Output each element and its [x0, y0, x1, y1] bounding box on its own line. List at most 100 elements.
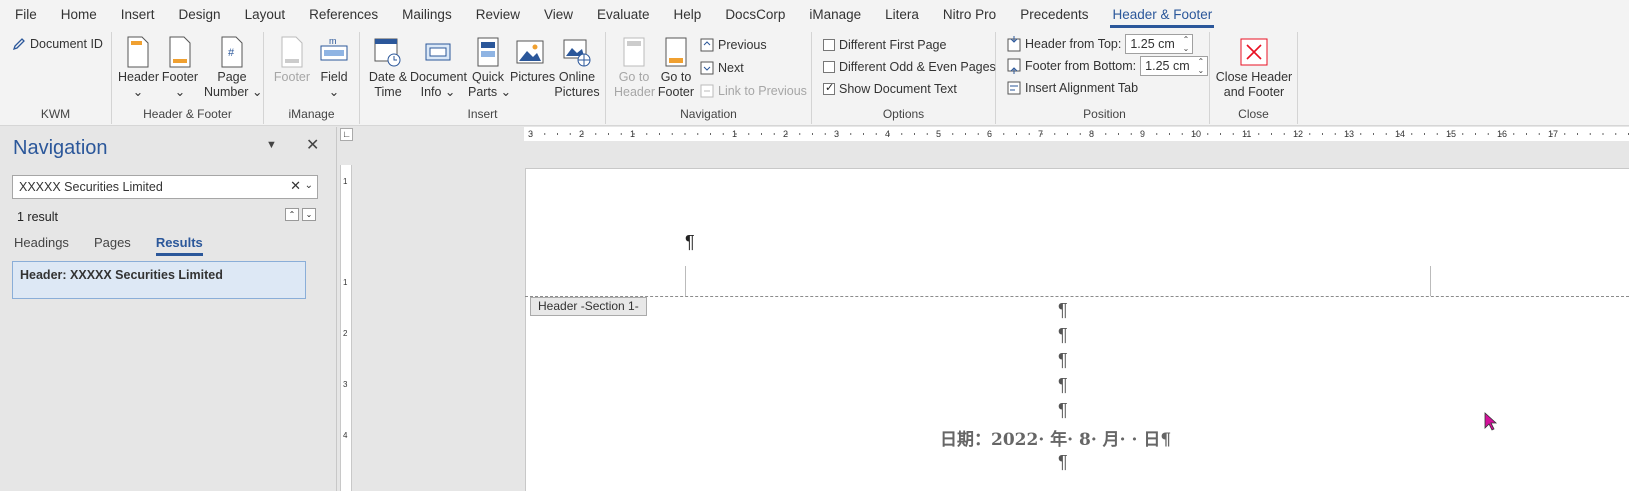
search-result-item[interactable]: Header: XXXXX Securities Limited — [12, 261, 306, 299]
tab-imanage[interactable]: iManage — [797, 0, 873, 30]
close-header-footer-button[interactable]: Close Header and Footer — [1214, 36, 1294, 100]
pane-options-chevron-icon[interactable]: ▼ — [266, 139, 277, 151]
spinner-arrows-icon[interactable]: ⌃ ⌄ — [1197, 57, 1204, 75]
alignment-tab-icon — [1007, 81, 1021, 95]
navigation-pane: Navigation ▼ ✕ XXXXX Securities Limited … — [0, 127, 337, 491]
tab-evaluate[interactable]: Evaluate — [585, 0, 662, 30]
result-count: 1 result — [17, 210, 58, 224]
next-result-icon[interactable]: ⌄ — [302, 208, 316, 221]
tab-nitro-pro[interactable]: Nitro Pro — [931, 0, 1008, 30]
next-button[interactable]: Next — [700, 58, 744, 78]
document-id-icon — [12, 38, 25, 51]
tab-header-footer[interactable]: Header & Footer — [1100, 0, 1224, 30]
go-to-header-icon — [623, 37, 645, 67]
close-pane-icon[interactable]: ✕ — [306, 135, 319, 155]
ruler-number: 11 — [1242, 129, 1251, 139]
tab-file[interactable]: File — [0, 0, 49, 30]
footer-button[interactable]: Footer ⌄ — [160, 36, 200, 100]
horizontal-ruler[interactable]: 3 2 1 1 2 3 4 5 6 7 8 9 10 11 12 13 14 15 16 17 — [524, 127, 1629, 141]
footer-position-icon — [1007, 58, 1021, 74]
ruler-number: 1 — [343, 177, 348, 186]
header-from-top-input[interactable]: 1.25 cm ⌃ ⌄ — [1125, 34, 1194, 54]
date-time-button[interactable]: Date & Time — [368, 36, 408, 100]
tab-mailings[interactable]: Mailings — [390, 0, 464, 30]
online-pictures-icon — [563, 39, 591, 67]
group-close: Close Header and Footer Close — [1210, 32, 1298, 124]
go-to-footer-button[interactable]: Go to Footer — [656, 36, 696, 100]
group-position: Header from Top: 1.25 cm ⌃ ⌄ Footer from B… — [1000, 32, 1210, 124]
group-options: Different First Page Different Odd & Eve… — [812, 32, 996, 124]
tab-litera[interactable]: Litera — [873, 0, 931, 30]
tab-pages[interactable]: Pages — [94, 235, 131, 250]
group-label-position: Position — [1083, 107, 1126, 121]
header-button[interactable]: Header ⌄ — [118, 36, 159, 100]
tab-selector-icon[interactable]: ∟ — [340, 128, 353, 141]
different-first-page-checkbox[interactable]: Different First Page — [823, 35, 946, 55]
group-label-navigation: Navigation — [680, 107, 737, 121]
tab-design[interactable]: Design — [167, 0, 233, 30]
tab-references[interactable]: References — [297, 0, 390, 30]
chevron-down-icon: ⌄ — [248, 85, 263, 99]
show-document-text-checkbox[interactable]: Show Document Text — [823, 79, 957, 99]
tab-precedents[interactable]: Precedents — [1008, 0, 1100, 30]
ruler-number: 10 — [1191, 129, 1201, 139]
body-pilcrow: ¶ — [1058, 350, 1068, 370]
spinner-arrows-icon[interactable]: ⌃ ⌄ — [1183, 35, 1190, 53]
ruler-number: 13 — [1344, 129, 1354, 139]
body-pilcrow: ¶ — [1058, 375, 1068, 395]
online-pictures-button[interactable]: Online Pictures — [554, 36, 600, 100]
tab-headings[interactable]: Headings — [14, 235, 69, 250]
page-number-icon: # — [221, 36, 243, 68]
ruler-number: 14 — [1395, 129, 1405, 139]
ribbon-tab-bar: File Home Insert Design Layout Reference… — [0, 0, 1629, 30]
tab-home[interactable]: Home — [49, 0, 109, 30]
link-to-previous-button[interactable]: Link to Previous — [700, 81, 807, 101]
ruler-number: 16 — [1497, 129, 1507, 139]
previous-result-icon[interactable]: ⌃ — [285, 208, 299, 221]
previous-icon — [700, 38, 714, 52]
field-button[interactable]: m Field ⌄ — [314, 36, 354, 100]
ruler-number: 17 — [1548, 129, 1558, 139]
header-pilcrow: ¶ — [685, 232, 695, 252]
document-info-button[interactable]: Document Info ⌄ — [410, 36, 467, 100]
mouse-cursor-icon — [1484, 412, 1498, 431]
search-dropdown-icon[interactable]: ⌄ — [305, 180, 313, 191]
tab-layout[interactable]: Layout — [233, 0, 298, 30]
document-id-button[interactable]: Document ID — [12, 34, 103, 54]
navigation-title: Navigation — [13, 137, 108, 159]
group-insert: Date & Time Document Info ⌄ Quick Parts ⌄ P… — [360, 32, 606, 124]
imanage-footer-button[interactable]: Footer — [272, 36, 312, 85]
group-label-options: Options — [882, 107, 925, 121]
group-label-kwm: KWM — [40, 107, 71, 121]
previous-button[interactable]: Previous — [700, 35, 767, 55]
checkbox-icon — [823, 61, 835, 73]
ruler-ticks: 3 2 1 1 2 3 4 5 6 7 8 9 10 11 12 13 14 15 16 17 — [528, 129, 1629, 139]
quick-parts-button[interactable]: Quick Parts ⌄ — [468, 36, 511, 100]
tab-results[interactable]: Results — [155, 235, 203, 256]
margin-marker — [1430, 266, 1431, 296]
pictures-button[interactable]: Pictures — [510, 36, 555, 85]
quick-parts-icon — [477, 37, 499, 67]
tab-docscorp[interactable]: DocsCorp — [713, 0, 797, 30]
checkbox-checked-icon — [823, 81, 835, 95]
calendar-clock-icon — [374, 38, 401, 67]
tab-help[interactable]: Help — [662, 0, 714, 30]
ribbon: Document ID KWM Header ⌄ Footer ⌄ # Page Nu… — [0, 30, 1629, 126]
group-imanage: Footer m Field ⌄ iManage — [264, 32, 360, 124]
page-number-button[interactable]: # Page Number ⌄ — [204, 36, 263, 100]
vertical-ruler[interactable]: 1 1 2 3 4 — [340, 165, 352, 491]
insert-alignment-tab-button[interactable]: Insert Alignment Tab — [1007, 78, 1138, 98]
tab-review[interactable]: Review — [464, 0, 532, 30]
footer-from-bottom-input[interactable]: 1.25 cm ⌃ ⌄ — [1140, 56, 1209, 76]
clear-search-icon[interactable]: ✕ — [290, 178, 301, 194]
different-odd-even-checkbox[interactable]: Different Odd & Even Pages — [823, 57, 996, 77]
body-pilcrow: ¶ — [1058, 300, 1068, 320]
chevron-down-icon: ⌄ — [132, 85, 144, 99]
svg-text:m: m — [329, 36, 337, 46]
tab-insert[interactable]: Insert — [109, 0, 167, 30]
go-to-header-button[interactable]: Go to Header — [614, 36, 655, 100]
ruler-number: 1 — [343, 278, 348, 287]
tab-view[interactable]: View — [532, 0, 585, 30]
navigation-search-input[interactable]: XXXXX Securities Limited ✕ ⌄ — [12, 175, 318, 199]
go-to-footer-icon — [665, 37, 687, 67]
